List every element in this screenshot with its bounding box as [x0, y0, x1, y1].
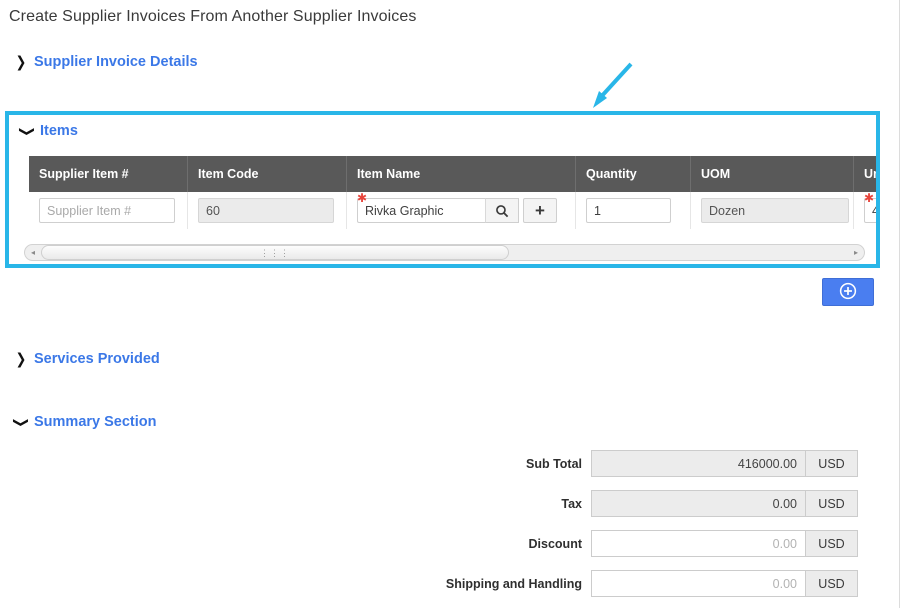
scrollbar-track[interactable]: ⋮⋮⋮: [41, 245, 848, 260]
cell-supplier-item-no: [29, 192, 188, 229]
summary-row-shipping-and-handling: Shipping and Handling USD: [430, 570, 858, 597]
summary-row-discount: Discount USD: [430, 530, 858, 557]
section-label-items: Items: [40, 123, 78, 139]
sub-total-input[interactable]: [591, 450, 805, 477]
quantity-input[interactable]: [586, 198, 671, 223]
chevron-right-icon: ❯: [15, 349, 27, 368]
sub-total-currency: USD: [805, 450, 858, 477]
summary-row-tax: Tax USD: [430, 490, 858, 517]
summary-label-tax: Tax: [561, 496, 582, 511]
section-summary[interactable]: ❯ Summary Section: [13, 412, 157, 432]
section-items[interactable]: ❯ Items: [19, 121, 78, 141]
discount-input[interactable]: [591, 530, 805, 557]
required-asterisk-unit-price: ✱: [864, 191, 875, 205]
scrollbar-grip-icon: ⋮⋮⋮: [260, 247, 291, 258]
col-header-unit-price: Unit Price: [853, 156, 876, 192]
section-supplier-invoice-details[interactable]: ❯ Supplier Invoice Details: [13, 52, 198, 72]
supplier-item-no-input[interactable]: [39, 198, 175, 223]
col-header-item-name: Item Name: [346, 156, 576, 192]
col-header-uom: UOM: [690, 156, 854, 192]
shipping-and-handling-input[interactable]: [591, 570, 805, 597]
col-header-supplier-item-no: Supplier Item #: [29, 156, 188, 192]
chevron-down-icon: ❯: [12, 416, 31, 428]
circle-plus-icon: [839, 282, 857, 303]
annotation-arrow: [585, 60, 637, 112]
summary-label-sub-total: Sub Total: [525, 456, 582, 471]
section-label-supplier-invoice-details: Supplier Invoice Details: [34, 54, 198, 70]
plus-icon[interactable]: +: [523, 198, 557, 223]
scroll-left-arrow-icon[interactable]: ◂: [25, 245, 41, 260]
items-section-panel: ❯ Items Supplier Item # Item Code Item N…: [5, 111, 880, 268]
grid-horizontal-scrollbar[interactable]: ◂ ⋮⋮⋮ ▸: [24, 244, 865, 261]
summary-row-sub-total: Sub Total USD: [430, 450, 858, 477]
items-grid-viewport: Supplier Item # Item Code Item Name Quan…: [29, 156, 876, 229]
page-container: Create Supplier Invoices From Another Su…: [0, 0, 900, 608]
summary-label-discount: Discount: [528, 536, 582, 551]
add-item-row-button[interactable]: [822, 278, 874, 306]
items-grid: Supplier Item # Item Code Item Name Quan…: [29, 156, 876, 229]
tax-input[interactable]: [591, 490, 805, 517]
cell-uom: [690, 192, 854, 229]
item-name-input[interactable]: [357, 198, 485, 223]
discount-currency: USD: [805, 530, 858, 557]
item-code-input[interactable]: [198, 198, 334, 223]
scrollbar-thumb[interactable]: ⋮⋮⋮: [41, 245, 510, 260]
cell-unit-price: ✱: [853, 191, 876, 229]
col-header-item-code: Item Code: [187, 156, 347, 192]
cell-quantity: [575, 192, 691, 229]
uom-input[interactable]: [701, 198, 849, 223]
required-asterisk-item-name: ✱: [357, 191, 368, 205]
chevron-down-icon: ❯: [18, 125, 37, 137]
cell-item-name: ✱ +: [346, 191, 576, 229]
section-label-summary: Summary Section: [34, 414, 157, 430]
section-services-provided[interactable]: ❯ Services Provided: [13, 349, 160, 369]
tax-currency: USD: [805, 490, 858, 517]
cell-item-code: [187, 192, 347, 229]
scroll-right-arrow-icon[interactable]: ▸: [848, 245, 864, 260]
chevron-right-icon: ❯: [15, 52, 27, 71]
shipping-and-handling-currency: USD: [805, 570, 858, 597]
col-header-quantity: Quantity: [575, 156, 691, 192]
page-title: Create Supplier Invoices From Another Su…: [9, 8, 417, 25]
table-row: ✱ +: [29, 192, 876, 229]
summary-label-shipping-and-handling: Shipping and Handling: [445, 576, 582, 591]
items-grid-header-row: Supplier Item # Item Code Item Name Quan…: [29, 156, 876, 192]
section-label-services-provided: Services Provided: [34, 351, 160, 367]
search-icon[interactable]: [485, 198, 519, 223]
